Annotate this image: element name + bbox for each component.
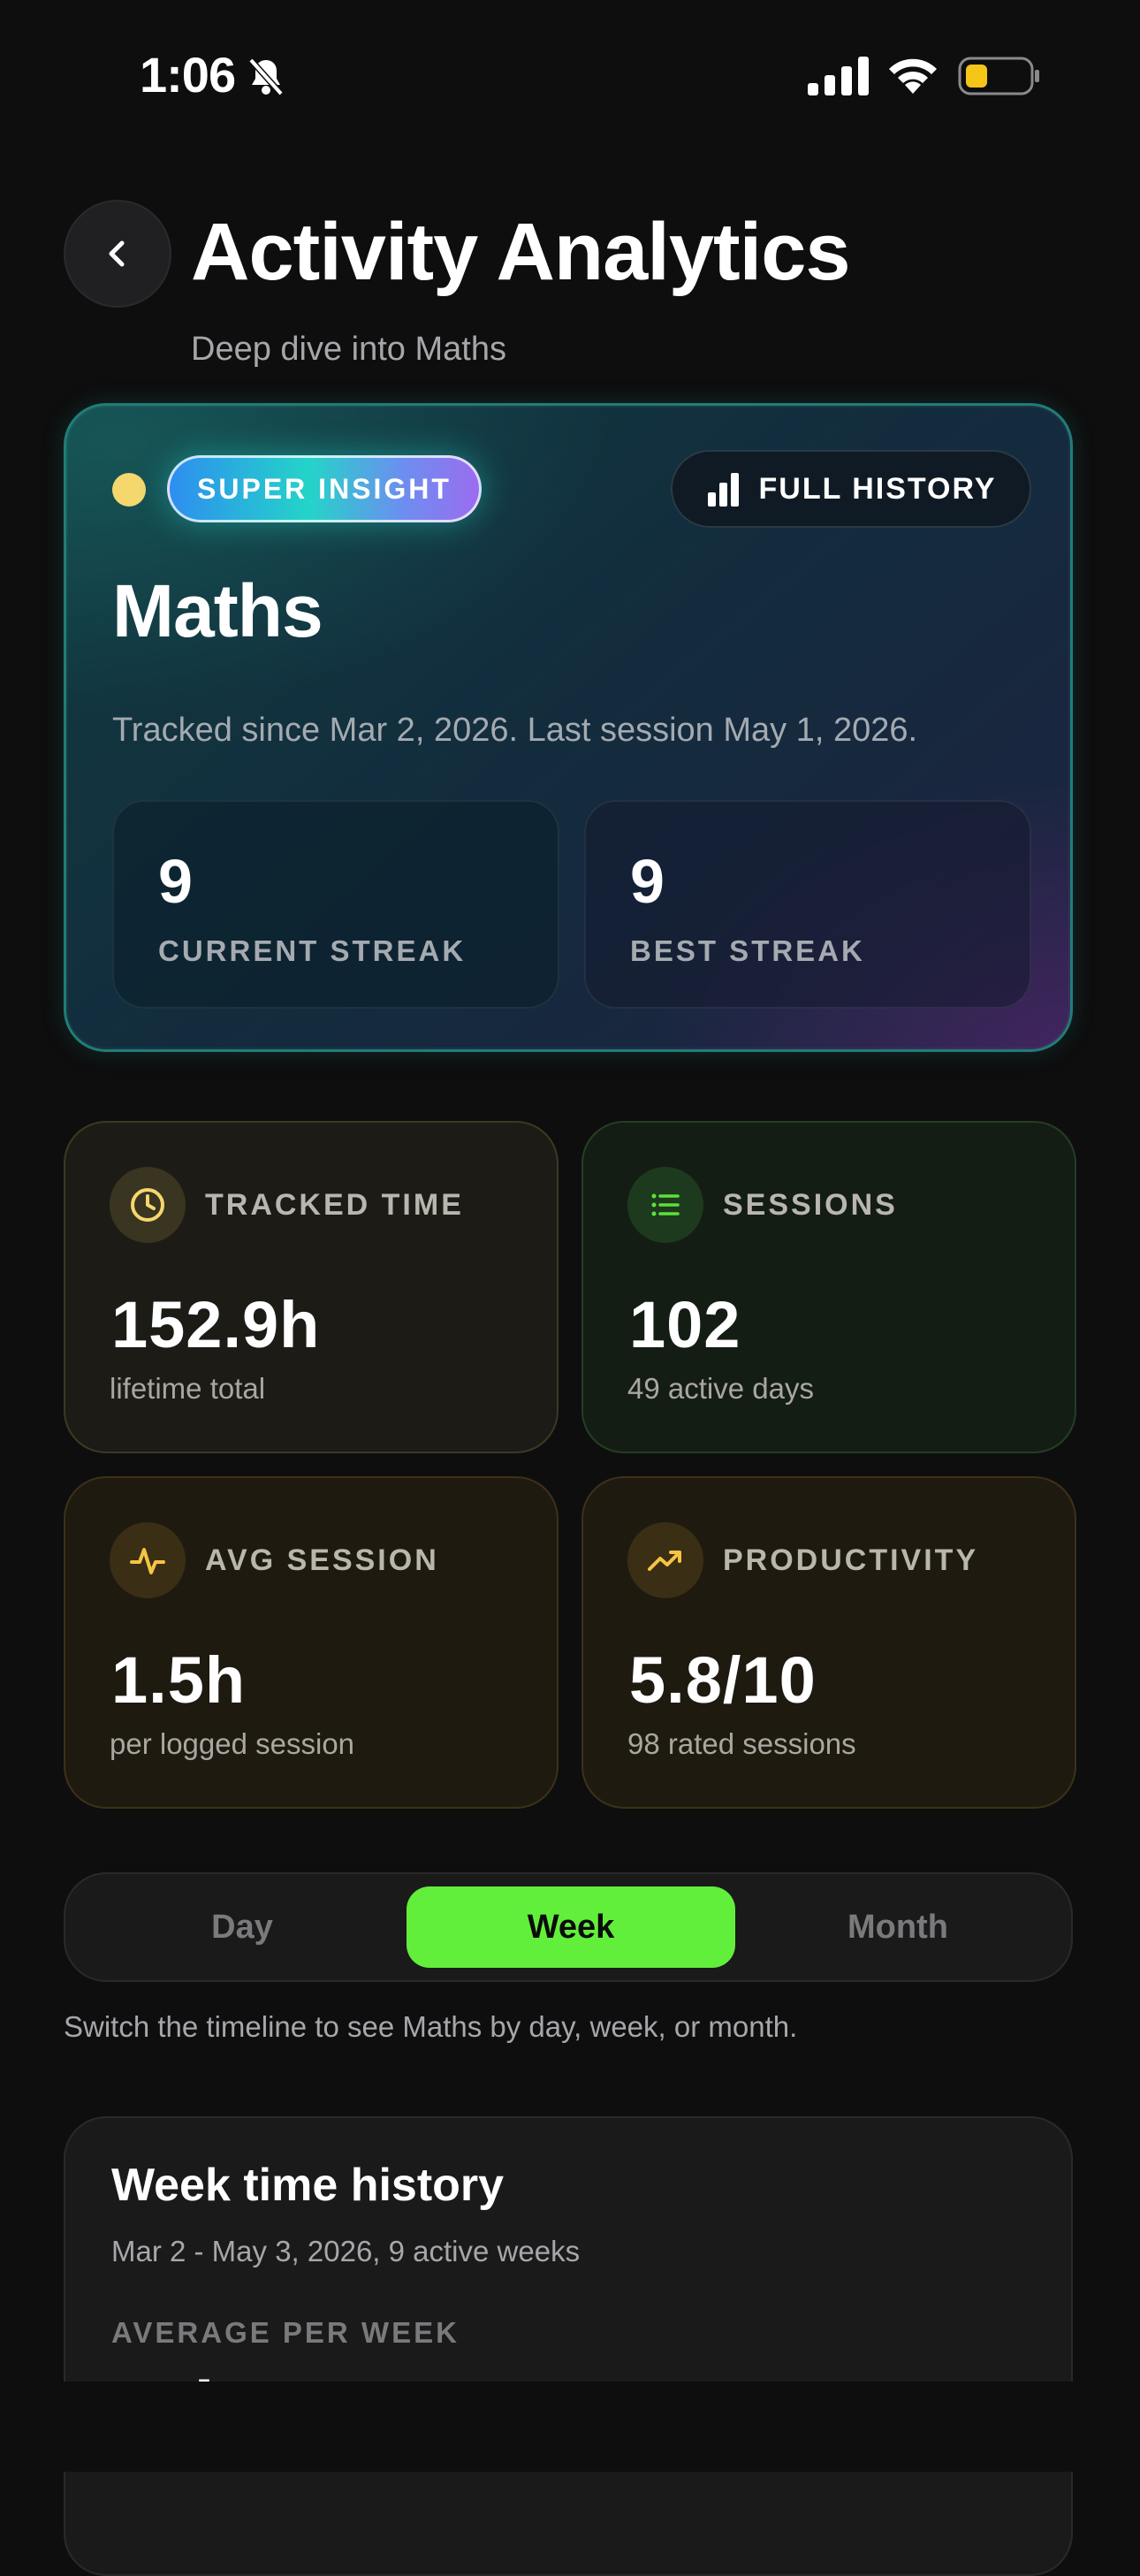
history-title: Week time history	[111, 2160, 505, 2211]
tracked-time-value: 152.9h	[111, 1288, 321, 1361]
best-streak-value: 9	[630, 847, 665, 916]
trending-up-icon	[627, 1522, 703, 1598]
current-streak-label: CURRENT STREAK	[158, 934, 467, 967]
bottom-bar-background	[0, 2382, 1140, 2472]
best-streak-card: 9 BEST STREAK	[584, 800, 1031, 1009]
page-subtitle: Deep dive into Maths	[191, 331, 506, 368]
status-time: 1:06	[140, 47, 236, 103]
productivity-sub: 98 rated sessions	[627, 1727, 856, 1760]
status-dot	[112, 473, 146, 507]
sessions-sub: 49 active days	[627, 1372, 814, 1405]
timeline-day-option[interactable]: Day	[78, 1886, 407, 1968]
productivity-label: PRODUCTIVITY	[723, 1543, 979, 1577]
best-streak-label: BEST STREAK	[630, 934, 865, 967]
sessions-value: 102	[629, 1288, 741, 1361]
timeline-week-option[interactable]: Week	[407, 1886, 735, 1968]
avg-session-sub: per logged session	[110, 1727, 355, 1760]
week-history-card: Week time history Mar 2 - May 3, 2026, 9…	[64, 2116, 1073, 2576]
productivity-card: PRODUCTIVITY 5.8/10 98 rated sessions	[581, 1476, 1076, 1809]
avg-session-card: AVG SESSION 1.5h per logged session	[64, 1476, 559, 1809]
activity-title: Maths	[112, 569, 323, 652]
tracked-time-label: TRACKED TIME	[205, 1188, 464, 1222]
timeline-month-option[interactable]: Month	[733, 1886, 1062, 1968]
timeline-hint: Switch the timeline to see Maths by day,…	[64, 2010, 798, 2043]
bar-chart-icon	[707, 473, 739, 507]
average-label: AVERAGE PER WEEK	[111, 2316, 460, 2349]
current-streak-card: 9 CURRENT STREAK	[112, 800, 559, 1009]
avg-session-value: 1.5h	[111, 1643, 247, 1717]
avg-session-label: AVG SESSION	[205, 1543, 439, 1577]
clock-icon	[110, 1167, 186, 1243]
bell-slash-icon	[248, 57, 284, 96]
super-insight-badge: SUPER INSIGHT	[167, 455, 482, 522]
timeline-segmented-control: Day Week Month	[64, 1872, 1073, 1982]
current-streak-value: 9	[158, 847, 193, 916]
full-history-button[interactable]: FULL HISTORY	[671, 450, 1031, 528]
productivity-value: 5.8/10	[629, 1643, 817, 1717]
tracked-time-sub: lifetime total	[110, 1372, 266, 1405]
full-history-label: FULL HISTORY	[758, 471, 997, 506]
wifi-icon	[889, 58, 937, 94]
chevron-left-icon	[109, 240, 125, 267]
page-title: Activity Analytics	[191, 207, 851, 297]
sessions-card: SESSIONS 102 49 active days	[581, 1121, 1076, 1453]
signal-icon	[808, 57, 869, 95]
list-icon	[627, 1167, 703, 1243]
tracked-time-card: TRACKED TIME 152.9h lifetime total	[64, 1121, 559, 1453]
status-bar: 1:06	[0, 0, 1140, 150]
sessions-label: SESSIONS	[723, 1188, 898, 1222]
back-button[interactable]	[64, 200, 171, 308]
battery-icon	[958, 57, 1039, 95]
pulse-icon	[110, 1522, 186, 1598]
insight-card: SUPER INSIGHT FULL HISTORY Maths Tracked…	[64, 403, 1073, 1052]
history-subtitle: Mar 2 - May 3, 2026, 9 active weeks	[111, 2235, 581, 2267]
tracking-description: Tracked since Mar 2, 2026. Last session …	[112, 712, 918, 749]
